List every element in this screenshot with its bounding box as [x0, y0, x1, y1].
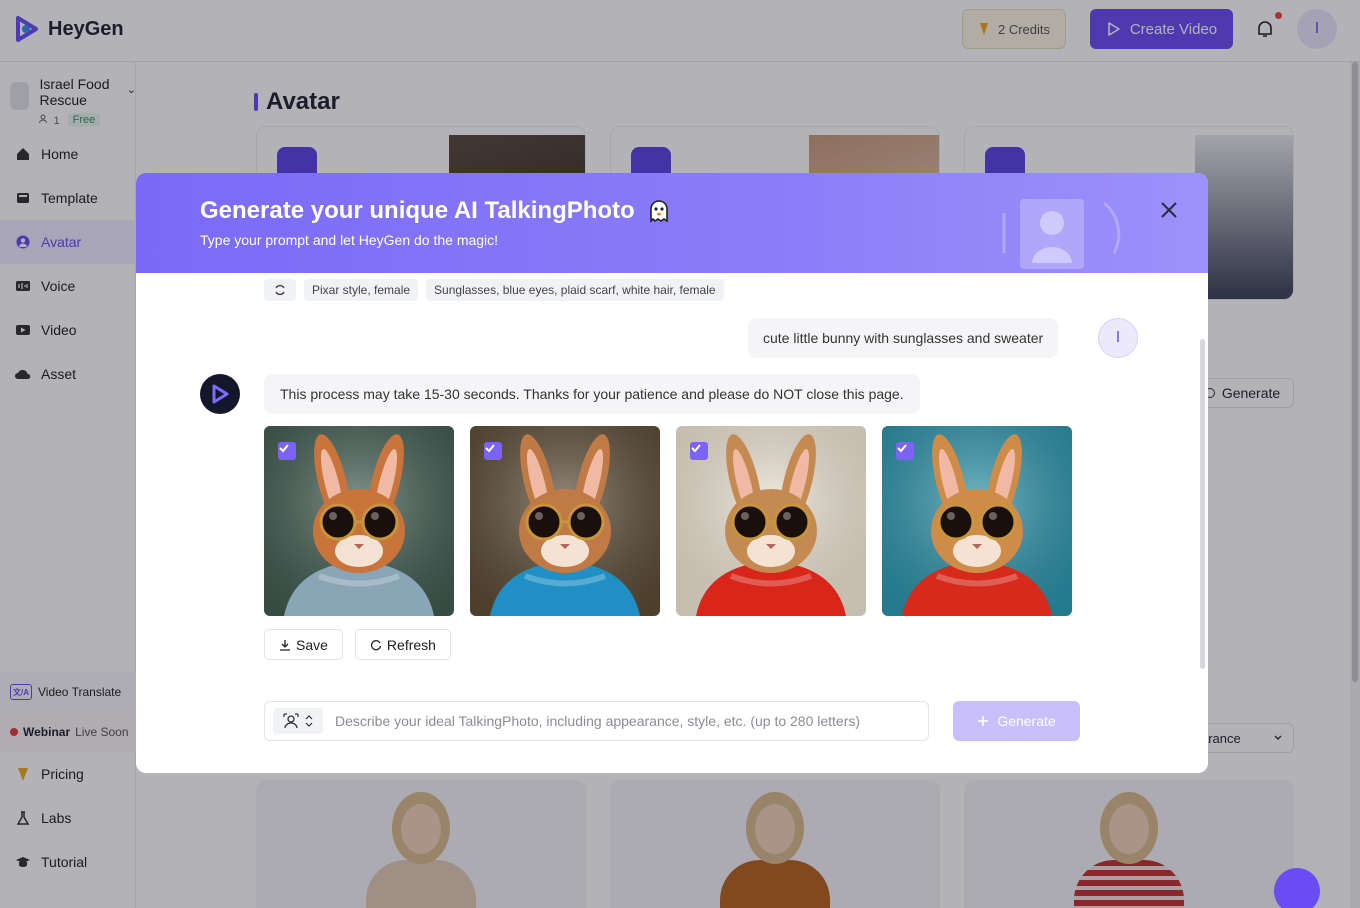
generated-image[interactable]: [264, 426, 454, 616]
user-message-avatar: I: [1098, 318, 1138, 358]
image-actions: Save Refresh: [264, 629, 451, 660]
support-chat-button[interactable]: [1274, 868, 1320, 908]
refresh-label: Refresh: [386, 636, 436, 653]
user-message: cute little bunny with sunglasses and sw…: [748, 318, 1059, 358]
generated-image[interactable]: [470, 426, 660, 616]
suggestion-chip[interactable]: Pixar style, female: [304, 279, 419, 301]
heygen-logo-icon: [212, 384, 229, 404]
save-label: Save: [296, 636, 328, 653]
portrait-illustration-icon: [1002, 199, 1121, 269]
generate-label: Generate: [997, 713, 1056, 729]
download-icon: [280, 639, 290, 651]
suggestion-chips: Pixar style, female Sunglasses, blue eyes…: [264, 279, 724, 301]
checkbox-checked-icon[interactable]: [690, 442, 708, 460]
refresh-icon: [275, 284, 285, 296]
close-icon[interactable]: [1158, 199, 1180, 221]
suggestion-chip[interactable]: Sunglasses, blue eyes, plaid scarf, whit…: [426, 279, 724, 301]
bot-message: This process may take 15-30 seconds. Tha…: [264, 374, 920, 414]
refresh-button[interactable]: Refresh: [354, 629, 451, 660]
modal-title-text: Generate your unique AI TalkingPhoto: [200, 197, 635, 224]
heygen-bot-avatar: [200, 374, 240, 414]
prompt-mode-selector[interactable]: [273, 708, 323, 734]
ghost-icon: [649, 200, 668, 223]
generated-images: [264, 426, 1072, 616]
checkbox-checked-icon[interactable]: [484, 442, 502, 460]
updown-chevron-icon: [305, 715, 313, 727]
portrait-mode-icon: [283, 713, 299, 729]
generated-image[interactable]: [676, 426, 866, 616]
shuffle-suggestions-button[interactable]: [264, 279, 296, 301]
generated-image[interactable]: [882, 426, 1072, 616]
checkbox-checked-icon[interactable]: [278, 442, 296, 460]
app-root: HeyGen 2 Credits Create Video I Israel F…: [0, 0, 1360, 908]
checkbox-checked-icon[interactable]: [896, 442, 914, 460]
save-button[interactable]: Save: [264, 629, 343, 660]
modal-title: Generate your unique AI TalkingPhoto: [200, 197, 673, 225]
plus-icon: [978, 716, 989, 726]
refresh-icon: [370, 639, 382, 650]
prompt-input[interactable]: [335, 713, 920, 729]
modal-subtitle: Type your prompt and let HeyGen do the m…: [200, 232, 499, 248]
generate-button[interactable]: Generate: [953, 701, 1080, 741]
talkingphoto-modal: Generate your unique AI TalkingPhoto Typ…: [136, 173, 1208, 773]
user-initial: I: [1115, 329, 1121, 346]
prompt-input-row: [264, 701, 929, 741]
modal-header: Generate your unique AI TalkingPhoto Typ…: [136, 173, 1208, 273]
modal-scrollbar[interactable]: [1200, 339, 1205, 669]
